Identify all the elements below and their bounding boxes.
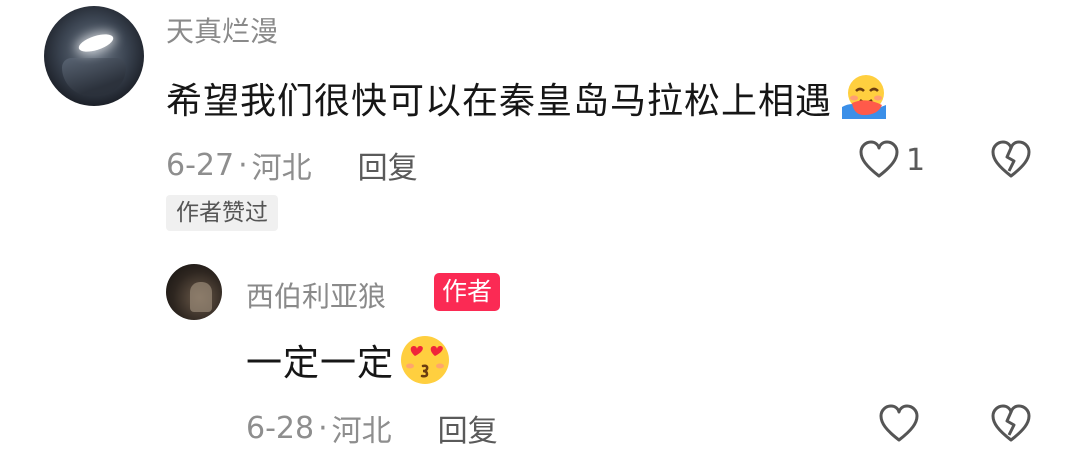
avatar-figure	[190, 282, 212, 312]
author-badge: 作者	[434, 273, 501, 311]
heart-icon	[878, 404, 920, 444]
avatar[interactable]	[44, 6, 144, 106]
comment-dislike-button[interactable]	[990, 140, 1032, 180]
heart-eyes-kiss-face-icon	[398, 334, 452, 386]
comment-username[interactable]: 天真烂漫	[166, 10, 278, 50]
broken-heart-icon	[990, 404, 1032, 444]
reply-reply-button[interactable]: 回复	[438, 406, 498, 450]
comment-body: 希望我们很快可以在秦皇岛马拉松上相遇	[166, 72, 890, 124]
meta-separator: ·	[238, 147, 248, 183]
heart-icon	[858, 140, 900, 180]
broken-heart-icon	[990, 140, 1032, 180]
comment-location: 河北	[251, 151, 312, 186]
reply-text: 一定一定	[246, 343, 395, 384]
comment-text: 希望我们很快可以在秦皇岛马拉松上相遇	[166, 81, 833, 122]
reply-avatar[interactable]	[166, 264, 222, 320]
avatar-helmet-shape	[62, 58, 126, 96]
meta-separator: ·	[318, 410, 328, 446]
liked-by-author-tag: 作者赞过	[166, 195, 278, 231]
comment-date: 6-27	[166, 147, 235, 183]
reply-body: 一定一定	[246, 334, 452, 386]
reply-username[interactable]: 西伯利亚狼	[246, 275, 386, 315]
comment-like-count: 1	[906, 142, 926, 178]
hugging-face-icon	[838, 73, 890, 123]
reply-dislike-button[interactable]	[990, 404, 1032, 444]
reply-location: 河北	[331, 414, 392, 449]
comment-like-button[interactable]: 1	[858, 140, 925, 180]
avatar-visor-glow	[76, 30, 116, 56]
comment-reply-button[interactable]: 回复	[358, 143, 418, 187]
reply-date: 6-28	[246, 410, 315, 446]
reply-like-button[interactable]	[878, 404, 920, 444]
reply-meta: 6-28 · 河北 回复	[246, 406, 498, 450]
comment-meta: 6-27 · 河北 回复	[166, 143, 418, 187]
